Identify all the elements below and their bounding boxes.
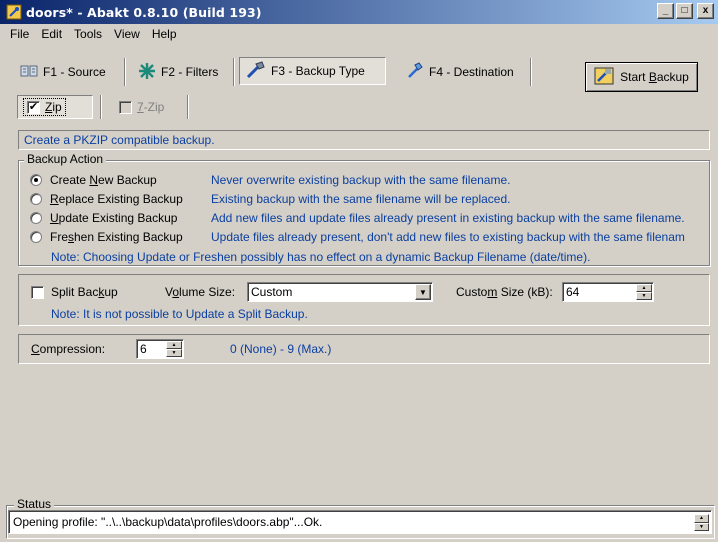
maximize-button[interactable]: □ [676,3,693,19]
compression-spinner[interactable]: 6 ▲ ▼ [136,339,184,359]
custom-size-spinner[interactable]: ▲ ▼ [636,284,652,300]
scroll-down-icon: ▼ [694,522,709,531]
radio-label: Freshen Existing Backup [50,230,183,244]
7zip-label: 7-Zip [137,100,165,114]
menu-help[interactable]: Help [146,27,183,41]
spin-up-icon: ▲ [636,284,652,292]
custom-size-label: Custom Size (kB): [456,285,553,299]
compression-range: 0 (None) - 9 (Max.) [230,342,332,356]
spin-down-icon: ▼ [166,349,182,357]
radio-create-new[interactable]: Create New Backup Never overwrite existi… [30,172,510,188]
toolbar: F1 - Source F2 - Filters F3 - Backup Typ… [0,44,718,104]
radio-description: Update files already present, don't add … [211,230,685,244]
split-backup-label: Split Backup [51,285,118,299]
description-panel: Create a PKZIP compatible backup. [18,130,710,150]
app-icon [6,4,22,20]
menu-view[interactable]: View [108,27,146,41]
split-checkbox[interactable] [31,285,44,299]
menu-tools[interactable]: Tools [68,27,108,41]
radio-description: Existing backup with the same filename w… [211,192,511,206]
start-backup-button[interactable]: Start Backup [585,62,698,92]
window-title: doors* - Abakt 0.8.10 (Build 193) [26,4,262,20]
backup-action-note-text: Note: Choosing Update or Freshen possibl… [51,250,591,264]
tab-destination-label: F4 - Destination [429,65,514,79]
backup-action-note: Note: Choosing Update or Freshen possibl… [51,249,590,265]
custom-size-value: 64 [566,285,580,299]
description-text: Create a PKZIP compatible backup. [24,133,215,147]
radio-label: Replace Existing Backup [50,192,183,206]
split-note: Note: It is not possible to Update a Spl… [51,307,308,321]
backup-type-icon [246,60,266,82]
radio-label: Create New Backup [50,173,157,187]
menu-file[interactable]: File [4,27,35,41]
compression-spin-buttons[interactable]: ▲ ▼ [166,341,182,357]
chevron-down-icon[interactable]: ▼ [415,284,431,300]
start-backup-label: Start Backup [620,70,689,84]
tab-source[interactable]: F1 - Source [14,58,112,86]
radio-description: Add new files and update files already p… [211,211,685,225]
close-button[interactable]: x [697,3,714,19]
minimize-icon: _ [662,5,669,16]
maximize-icon: □ [681,5,688,16]
7zip-checkbox [119,100,132,114]
tab-backup-type[interactable]: F3 - Backup Type [239,57,386,85]
format-separator [187,95,189,119]
zip-toggle[interactable]: ✔ Zip [17,95,93,119]
spin-down-icon: ▼ [636,292,652,300]
scroll-up-icon: ▲ [694,514,709,523]
radio-button[interactable] [30,174,42,186]
volume-size-label: Volume Size: [165,285,236,299]
menu-bar: File Edit Tools View Help [0,24,718,44]
status-field: Opening profile: "..\..\backup\data\prof… [8,510,712,534]
source-icon [20,63,38,82]
minimize-button[interactable]: _ [657,3,674,19]
compression-value: 6 [140,342,147,356]
radio-update-existing[interactable]: Update Existing Backup Add new files and… [30,210,710,226]
volume-size-value: Custom [251,285,293,299]
toolbar-separator [530,58,532,86]
title-bar: doors* - Abakt 0.8.10 (Build 193) _ □ x [0,0,718,24]
status-scrollbar[interactable]: ▲ ▼ [694,514,709,531]
tab-backup-type-label: F3 - Backup Type [271,64,365,78]
radio-replace-existing[interactable]: Replace Existing Backup Existing backup … [30,191,510,207]
toolbar-separator [124,58,126,86]
split-backup-checkbox[interactable]: Split Backup [31,285,118,299]
destination-icon [406,61,424,83]
tab-filters-label: F2 - Filters [161,65,219,79]
7zip-toggle: 7-Zip [112,95,171,119]
radio-description: Never overwrite existing backup with the… [211,173,511,187]
radio-button[interactable] [30,231,42,243]
volume-size-select[interactable]: Custom ▼ [247,282,433,302]
spin-up-icon: ▲ [166,341,182,349]
status-text: Opening profile: "..\..\backup\data\prof… [13,515,323,529]
radio-button[interactable] [30,193,42,205]
backup-action-legend: Backup Action [24,152,107,166]
radio-label: Update Existing Backup [50,211,178,225]
filters-icon [138,62,156,83]
zip-checkbox[interactable]: ✔ [27,100,40,114]
radio-button[interactable] [30,212,42,224]
status-legend: Status [14,497,55,511]
toolbar-separator [233,58,235,86]
radio-freshen-existing[interactable]: Freshen Existing Backup Update files alr… [30,229,710,245]
custom-size-input[interactable]: 64 ▲ ▼ [562,282,654,302]
tab-filters[interactable]: F2 - Filters [132,58,224,86]
zip-label: Zip [45,100,62,114]
tab-destination[interactable]: F4 - Destination [400,58,520,86]
start-backup-icon [594,67,614,88]
compression-label: Compression: [31,342,106,356]
compression-panel [18,334,710,364]
tab-source-label: F1 - Source [43,65,106,79]
format-separator [100,95,102,119]
close-icon: x [702,5,709,16]
menu-edit[interactable]: Edit [35,27,68,41]
